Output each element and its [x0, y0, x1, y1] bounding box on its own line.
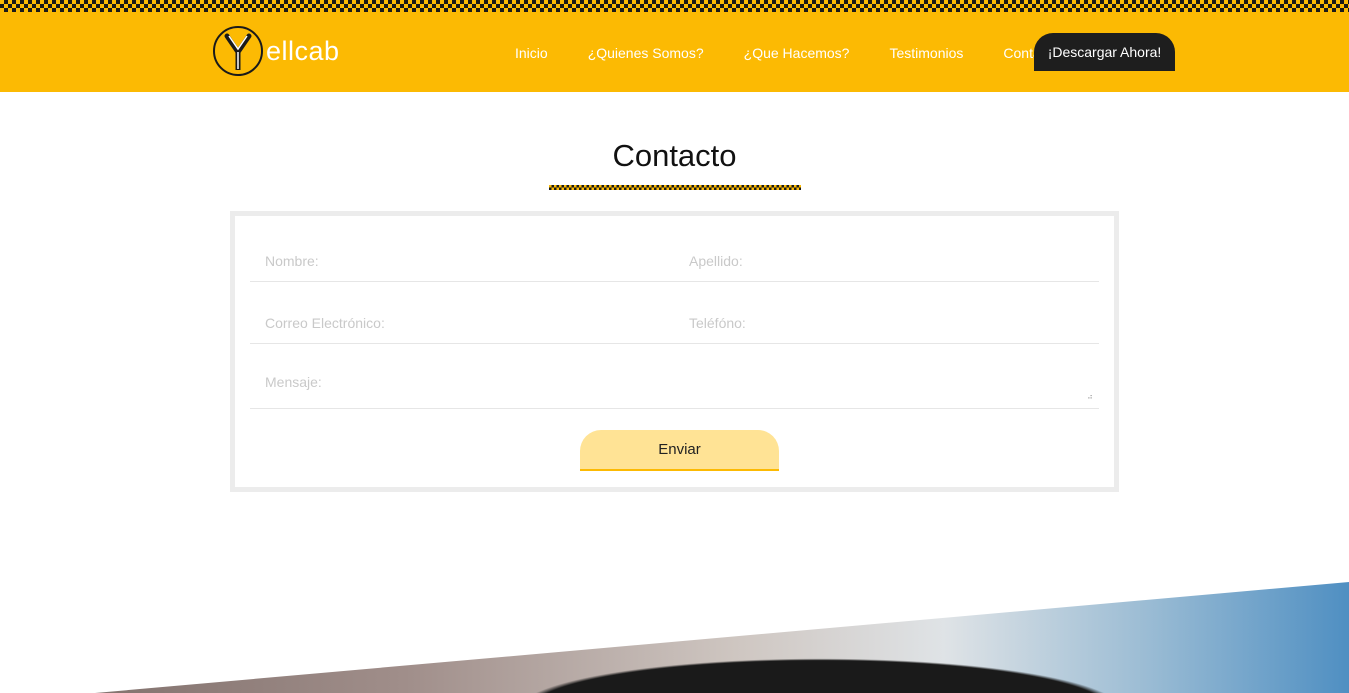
logo-text: ellcab [266, 35, 340, 66]
site-header: ellcab Inicio ¿Quienes Somos? ¿Que Hacem… [0, 0, 1349, 92]
resize-handle-icon[interactable]: ⠴ [1087, 393, 1095, 401]
nombre-input[interactable] [250, 241, 675, 282]
mensaje-textarea[interactable] [250, 366, 1099, 409]
download-now-button[interactable]: ¡Descargar Ahora! [1034, 33, 1175, 71]
apellido-input[interactable] [674, 241, 1099, 282]
main-nav: Inicio ¿Quienes Somos? ¿Que Hacemos? Tes… [515, 34, 1099, 71]
hero-phone-shape [95, 582, 1349, 693]
brand-logo[interactable]: ellcab [213, 24, 340, 78]
title-divider [549, 185, 801, 190]
correo-input[interactable] [250, 303, 675, 344]
nav-inicio[interactable]: Inicio [515, 45, 548, 61]
nav-que-hacemos[interactable]: ¿Que Hacemos? [744, 45, 850, 61]
checker-border [0, 0, 1349, 12]
telefono-input[interactable] [674, 303, 1099, 344]
enviar-button[interactable]: Enviar [580, 430, 779, 471]
contact-form: ⠴ Enviar [230, 211, 1119, 492]
logo-y-icon [213, 26, 263, 76]
page-title: Contacto [612, 138, 737, 173]
nav-quienes-somos[interactable]: ¿Quienes Somos? [588, 45, 704, 61]
nav-testimonios[interactable]: Testimonios [889, 45, 963, 61]
